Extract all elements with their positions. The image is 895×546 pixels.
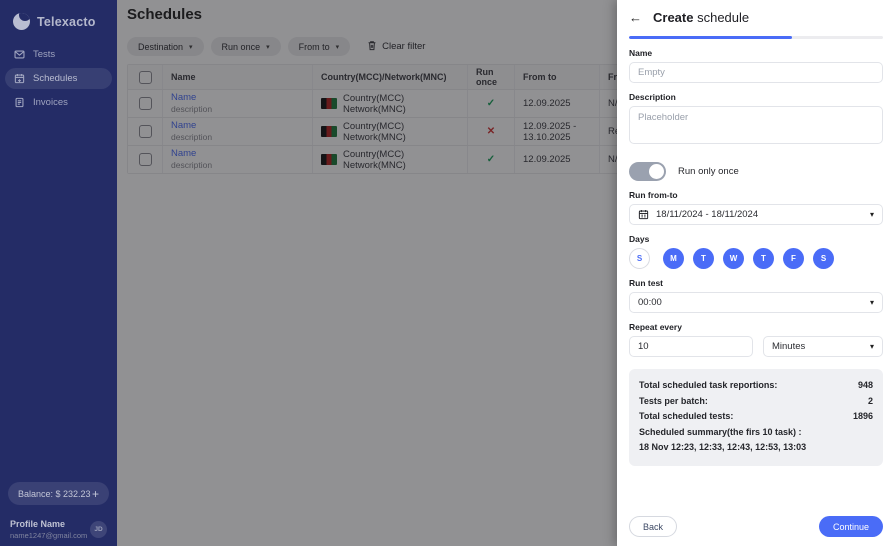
app-window: Telexacto Tests Schedules Invoices Balan… [0,0,895,546]
logo-text: Telexacto [37,14,96,29]
sidebar-item-tests[interactable]: Tests [5,44,112,65]
sidebar-item-label: Schedules [33,73,78,84]
day-button-monday[interactable]: M [663,248,684,269]
run-from-to-value: 18/11/2024 - 18/11/2024 [656,209,759,220]
summary-label: Total scheduled tests: [639,411,734,421]
sidebar-item-label: Invoices [33,97,68,108]
profile-email: name1247@gmail.com [10,531,88,540]
calendar-plus-icon [14,73,25,84]
profile-name: Profile Name [10,519,66,529]
invoice-icon [14,97,25,108]
day-button-friday[interactable]: F [783,248,804,269]
day-button-sunday[interactable]: S [629,248,650,269]
drawer-header: Create schedule [629,10,883,25]
summary-row: Total scheduled task reportions: 948 [639,378,873,394]
progress-bar-fill [629,36,792,39]
progress-bar [629,36,883,39]
summary-row: Total scheduled tests: 1896 [639,409,873,425]
days-label: Days [629,234,650,244]
sidebar-nav: Tests Schedules Invoices [0,44,117,113]
create-schedule-drawer: Create schedule Name Description Run onl… [617,0,895,546]
run-from-to-label: Run from-to [629,190,678,200]
calendar-icon [638,209,649,220]
run-only-once-row: Run only once [629,162,883,181]
run-test-select[interactable]: 00:00 [629,292,883,313]
back-button[interactable]: Back [629,516,678,537]
days-selector: S M T W T F S [629,248,883,269]
back-arrow-icon[interactable] [629,11,642,24]
run-test-label: Run test [629,278,663,288]
day-button-wednesday[interactable]: W [723,248,744,269]
day-button-saturday[interactable]: S [813,248,834,269]
name-input[interactable] [629,62,883,83]
repeat-every-row: Minutes [629,336,883,357]
logo-icon [13,13,30,30]
run-from-to-select[interactable]: 18/11/2024 - 18/11/2024 [629,204,883,225]
add-funds-icon[interactable] [92,488,99,500]
profile-section[interactable]: Profile Name name1247@gmail.com JD [8,519,109,540]
name-label: Name [629,48,653,58]
summary-schedule-label: Scheduled summary(the firs 10 task) : [639,426,802,437]
sidebar-item-schedules[interactable]: Schedules [5,68,112,89]
repeat-every-label: Repeat every [629,322,682,332]
description-label: Description [629,92,676,102]
summary-value: 2 [867,395,873,406]
repeat-every-input[interactable] [629,336,753,357]
description-input[interactable] [629,106,883,144]
balance-pill[interactable]: Balance: $ 232.23 [8,482,109,505]
continue-button[interactable]: Continue [818,516,883,537]
drawer-title-bold: Create [653,10,694,25]
run-only-once-label: Run only once [678,166,739,177]
sidebar-item-invoices[interactable]: Invoices [5,92,112,113]
summary-value: 1896 [852,411,873,421]
day-button-tuesday[interactable]: T [693,248,714,269]
mail-icon [14,49,25,60]
summary-label: Total scheduled task reportions: [639,380,778,390]
repeat-unit-value: Minutes [772,341,806,352]
summary-row: Tests per batch: 2 [639,394,873,410]
summary-value: 948 [857,380,873,390]
day-button-thursday[interactable]: T [753,248,774,269]
drawer-title-regular: schedule [697,10,750,25]
logo: Telexacto [0,0,117,30]
balance-label: Balance: $ 232.23 [18,488,91,499]
drawer-title: Create schedule [653,10,749,25]
toggle-knob [649,164,664,179]
schedule-summary-box: Total scheduled task reportions: 948 Tes… [629,369,883,466]
drawer-footer: Back Continue [629,516,883,537]
run-only-once-toggle[interactable] [629,162,666,181]
avatar[interactable]: JD [90,521,107,538]
summary-schedule-times: 18 Nov 12:23, 12:33, 12:43, 12:53, 13:03 [639,442,807,452]
sidebar-bottom: Balance: $ 232.23 Profile Name name1247@… [0,482,117,546]
sidebar: Telexacto Tests Schedules Invoices Balan… [0,0,117,546]
sidebar-item-label: Tests [33,49,56,60]
repeat-unit-select[interactable]: Minutes [763,336,883,357]
summary-label: Tests per batch: [639,395,708,406]
run-test-value: 00:00 [638,297,662,308]
